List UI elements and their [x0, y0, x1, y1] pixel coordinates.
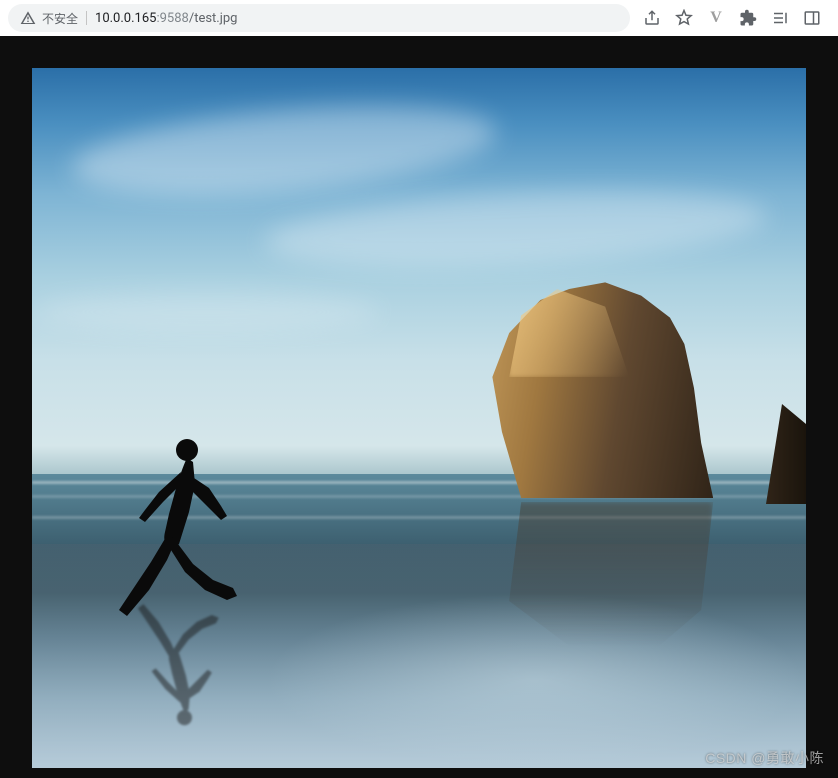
rock-right	[766, 404, 806, 504]
url-host: 10.0.0.165	[95, 11, 156, 26]
runner-silhouette	[109, 432, 249, 622]
runner-reflection	[109, 600, 249, 730]
v-extension-icon[interactable]: V	[706, 8, 726, 28]
url-container[interactable]: 不安全 10.0.0.165:9588/test.jpg	[8, 4, 630, 32]
watermark-text: CSDN @勇敢小陈	[705, 748, 824, 768]
cloud	[263, 181, 769, 277]
content-viewport: CSDN @勇敢小陈	[0, 36, 838, 778]
rock-formation	[473, 278, 713, 498]
cloud	[68, 92, 499, 209]
toolbar-actions: V	[634, 8, 830, 28]
url-path: /test.jpg	[189, 11, 238, 26]
url-port: :9588	[156, 11, 188, 26]
address-bar: 不安全 10.0.0.165:9588/test.jpg V	[0, 0, 838, 36]
displayed-image[interactable]	[32, 68, 806, 768]
bookmark-star-icon[interactable]	[674, 8, 694, 28]
security-status-label: 不安全	[42, 10, 78, 27]
divider	[86, 11, 87, 25]
reading-list-icon[interactable]	[770, 8, 790, 28]
cloud	[32, 292, 380, 332]
extensions-puzzle-icon[interactable]	[738, 8, 758, 28]
side-panel-icon[interactable]	[802, 8, 822, 28]
share-icon[interactable]	[642, 8, 662, 28]
url-display[interactable]: 10.0.0.165:9588/test.jpg	[95, 11, 237, 26]
not-secure-warning-icon[interactable]	[20, 10, 36, 26]
